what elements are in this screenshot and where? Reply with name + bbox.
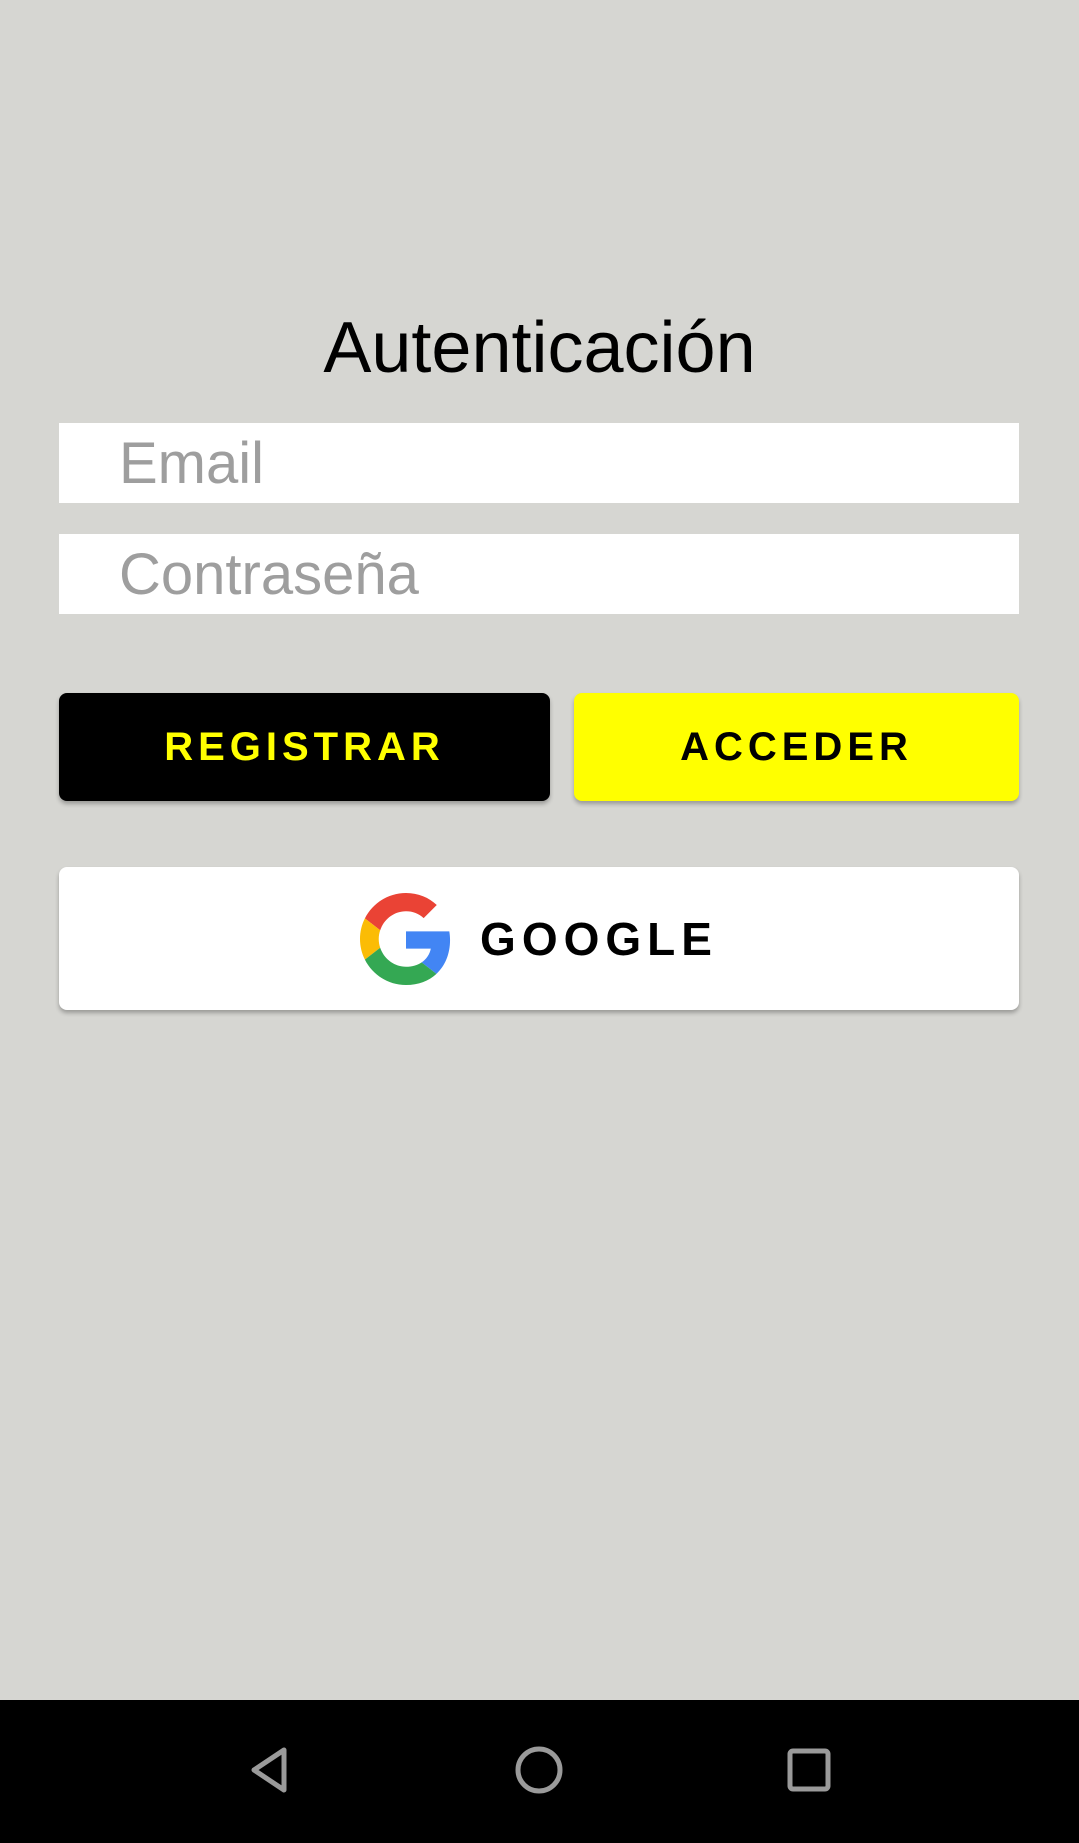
password-field[interactable] [59, 534, 1019, 614]
back-triangle-icon[interactable] [230, 1730, 310, 1810]
google-g-icon [360, 892, 452, 985]
home-circle-icon[interactable] [499, 1730, 579, 1810]
google-signin-button[interactable]: GOOGLE [59, 867, 1019, 1010]
login-button[interactable]: ACCEDER [574, 693, 1019, 801]
google-button-label: GOOGLE [480, 912, 718, 965]
recent-square-icon[interactable] [769, 1730, 849, 1810]
email-field[interactable] [59, 423, 1019, 503]
auth-screen: Autenticación REGISTRAR ACCEDER GOOGLE [0, 0, 1079, 1700]
login-button-label: ACCEDER [680, 724, 913, 769]
system-nav-bar [0, 1700, 1079, 1843]
page-title: Autenticación [323, 308, 756, 388]
register-button-label: REGISTRAR [164, 724, 445, 769]
register-button[interactable]: REGISTRAR [59, 693, 550, 801]
